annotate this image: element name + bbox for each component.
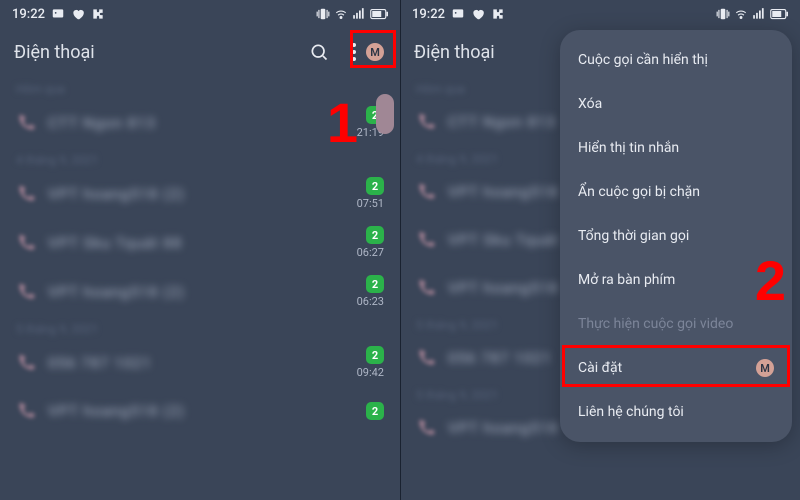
- page-title: Điện thoại: [14, 42, 95, 63]
- section-label: 5 tháng 9, 2021: [0, 316, 400, 338]
- menu-item-label: Cài đặt: [578, 360, 622, 376]
- call-time: 07:51: [357, 197, 384, 210]
- menu-item-hide-blocked[interactable]: Ẩn cuộc gọi bị chặn: [560, 170, 792, 214]
- overflow-menu: Cuộc gọi cần hiển thị Xóa Hiển thị tin n…: [560, 30, 792, 442]
- count-badge: 2: [366, 275, 384, 293]
- menu-item-calls-to-show[interactable]: Cuộc gọi cần hiển thị: [560, 38, 792, 82]
- menu-item-settings[interactable]: Cài đặt M: [560, 346, 792, 390]
- call-row[interactable]: VPT hoang518 (2) 2 07:51: [0, 169, 400, 218]
- call-row[interactable]: VPT Sku Tquát 88 2 06:27: [0, 218, 400, 267]
- puzzle-icon: [91, 7, 105, 21]
- call-name: CTT Ngon 813: [48, 114, 357, 132]
- avatar: M: [756, 359, 774, 377]
- menu-item-video-call[interactable]: Thực hiện cuộc gọi video: [560, 302, 792, 346]
- phone-icon: [416, 112, 436, 132]
- puzzle-icon: [491, 7, 505, 21]
- phone-icon: [16, 353, 36, 373]
- status-time: 19:22: [12, 7, 45, 22]
- wifi-icon: [734, 7, 748, 21]
- right-panel: 19:22 Điện thoại Hôm qua CTT Ngon 813 4 …: [400, 0, 800, 500]
- call-name: 056 787 1021: [48, 354, 357, 372]
- menu-item-open-keypad[interactable]: Mở ra bàn phím: [560, 258, 792, 302]
- count-badge: 2: [366, 177, 384, 195]
- call-name: VPT Sku Tquát 88: [48, 234, 357, 252]
- heart-icon: [71, 7, 85, 21]
- status-time: 19:22: [412, 7, 445, 22]
- panel-divider: [400, 0, 401, 500]
- status-bar: 19:22: [0, 0, 400, 28]
- battery-icon: [370, 8, 388, 20]
- call-name: VPT hoang518 (2): [48, 402, 366, 420]
- call-row[interactable]: VPT hoang518 (2) 2 06:23: [0, 267, 400, 316]
- wifi-icon: [334, 7, 348, 21]
- call-time: 09:42: [357, 366, 384, 379]
- phone-icon: [16, 233, 36, 253]
- phone-icon: [416, 418, 436, 438]
- call-time: 06:23: [357, 295, 384, 308]
- phone-icon: [416, 348, 436, 368]
- search-icon: [309, 42, 329, 62]
- search-button[interactable]: [304, 37, 334, 67]
- heart-icon: [471, 7, 485, 21]
- gallery-icon: [51, 7, 65, 21]
- section-label: Hôm qua: [0, 76, 400, 98]
- call-name: VPT hoang518 (2): [48, 283, 357, 301]
- count-badge: 2: [366, 346, 384, 364]
- page-title: Điện thoại: [414, 42, 495, 63]
- gallery-icon: [451, 7, 465, 21]
- menu-item-show-messages[interactable]: Hiển thị tin nhắn: [560, 126, 792, 170]
- phone-icon: [16, 282, 36, 302]
- more-vertical-icon: [352, 43, 356, 61]
- app-header: Điện thoại M: [0, 28, 400, 76]
- call-row[interactable]: 056 787 1021 2 09:42: [0, 338, 400, 387]
- phone-icon: [416, 182, 436, 202]
- phone-icon: [16, 401, 36, 421]
- call-row[interactable]: VPT hoang518 (2) 2: [0, 387, 400, 435]
- status-bar: 19:22: [400, 0, 800, 28]
- call-list[interactable]: Hôm qua CTT Ngon 813 2 21:19 4 tháng 9, …: [0, 76, 400, 435]
- menu-item-total-call-time[interactable]: Tổng thời gian gọi: [560, 214, 792, 258]
- count-badge: 2: [366, 402, 384, 420]
- phone-icon: [416, 278, 436, 298]
- avatar[interactable]: M: [366, 43, 384, 61]
- menu-item-delete[interactable]: Xóa: [560, 82, 792, 126]
- signal-icon: [352, 7, 366, 21]
- phone-icon: [16, 184, 36, 204]
- vibrate-icon: [316, 7, 330, 21]
- call-name: VPT hoang518 (2): [48, 185, 357, 203]
- section-label: 4 tháng 9, 2021: [0, 147, 400, 169]
- more-menu-area[interactable]: M: [340, 35, 386, 69]
- battery-icon: [770, 8, 788, 20]
- vibrate-icon: [716, 7, 730, 21]
- call-row[interactable]: CTT Ngon 813 2 21:19: [0, 98, 400, 147]
- signal-icon: [752, 7, 766, 21]
- menu-item-contact-us[interactable]: Liên hệ chúng tôi: [560, 390, 792, 434]
- more-button[interactable]: [342, 37, 366, 67]
- phone-icon: [416, 230, 436, 250]
- scroll-handle[interactable]: [376, 94, 394, 134]
- call-time: 06:27: [357, 246, 384, 259]
- count-badge: 2: [366, 226, 384, 244]
- phone-icon: [16, 113, 36, 133]
- left-panel: 19:22 Điện thoại M Hôm qua: [0, 0, 400, 500]
